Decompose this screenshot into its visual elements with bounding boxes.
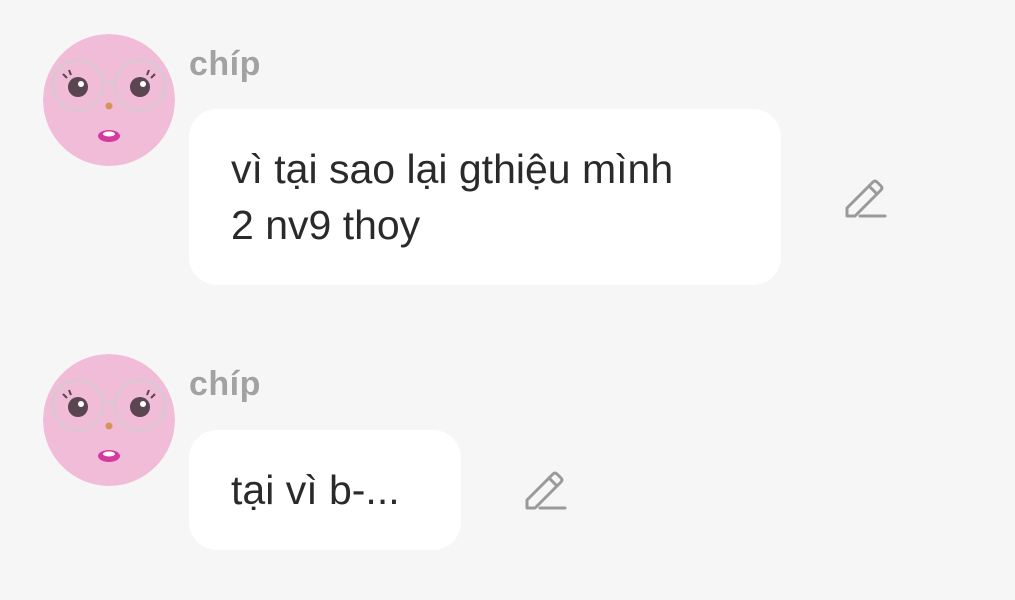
message-text: vì tại sao lại gthiệu mình 2 nv9 thoy — [231, 146, 674, 248]
message-text: tại vì b-... — [231, 467, 400, 513]
avatar[interactable] — [43, 34, 175, 166]
pink-face-glasses-icon — [43, 34, 175, 166]
pencil-edit-icon[interactable] — [842, 174, 888, 220]
sender-name: chíp — [189, 45, 261, 83]
avatar[interactable] — [43, 354, 175, 486]
message-bubble[interactable]: tại vì b-... — [189, 430, 461, 550]
sender-name: chíp — [189, 365, 261, 403]
pink-face-glasses-icon — [43, 354, 175, 486]
pencil-edit-icon[interactable] — [522, 466, 568, 512]
message-bubble[interactable]: vì tại sao lại gthiệu mình 2 nv9 thoy — [189, 109, 781, 285]
